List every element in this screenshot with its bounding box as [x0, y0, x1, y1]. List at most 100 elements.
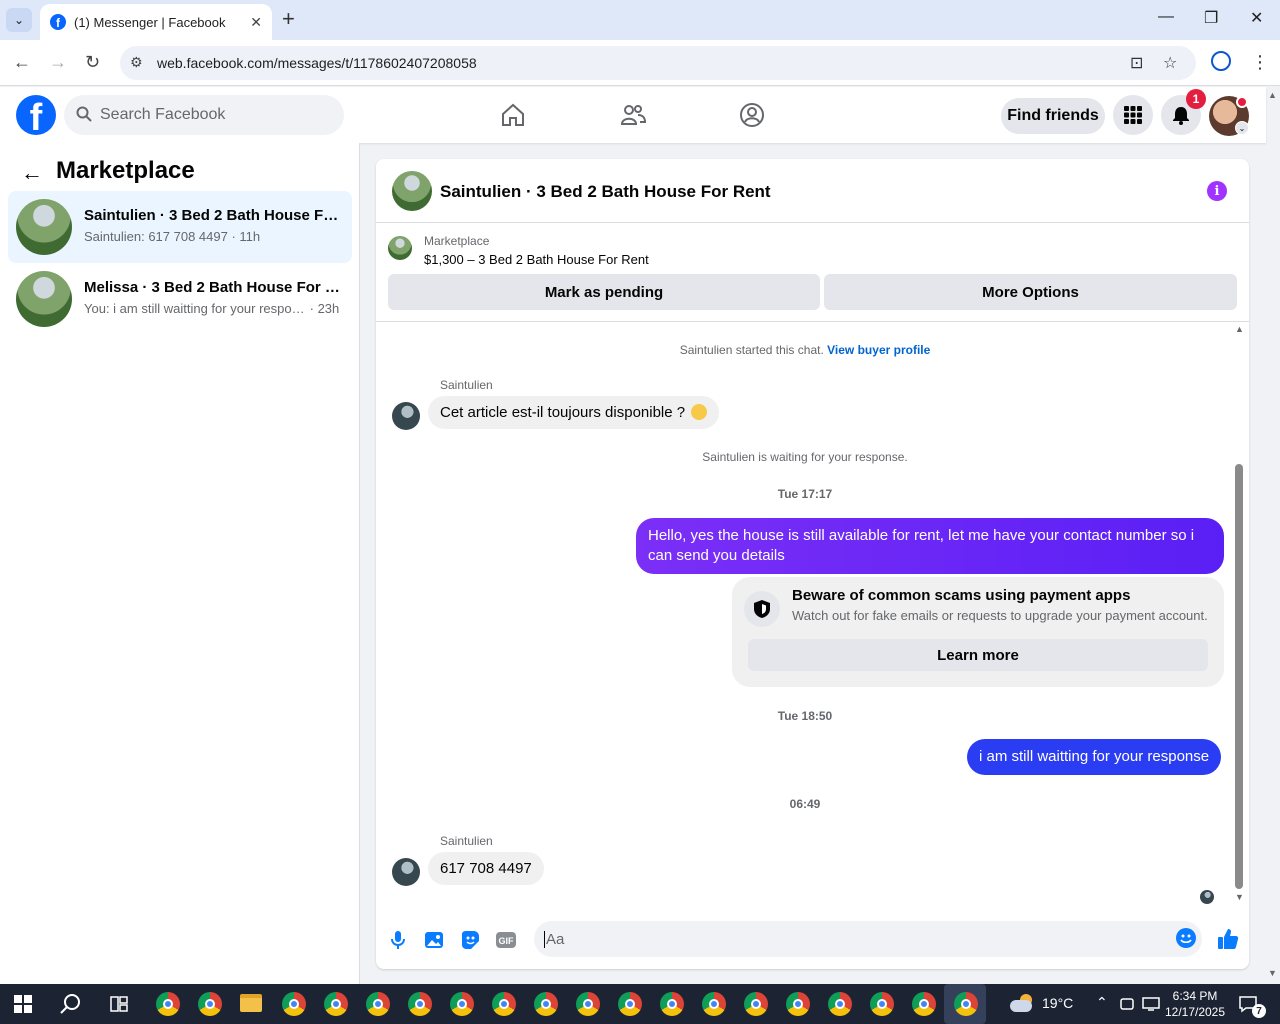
- message-scrollbar[interactable]: [1235, 464, 1243, 889]
- account-alert-dot: [1236, 96, 1248, 108]
- outgoing-message[interactable]: i am still waitting for your response: [967, 739, 1222, 775]
- install-app-icon[interactable]: ⊡: [1130, 53, 1143, 73]
- chrome-app-icon[interactable]: [870, 992, 894, 1016]
- chrome-app-icon[interactable]: [282, 992, 306, 1016]
- chrome-app-icon[interactable]: [198, 992, 222, 1016]
- scroll-down-arrow-icon[interactable]: ▼: [1235, 892, 1244, 902]
- chrome-profile-icon[interactable]: [1211, 51, 1231, 71]
- home-icon[interactable]: [499, 101, 527, 129]
- facebook-logo-icon[interactable]: f: [16, 95, 56, 135]
- site-settings-icon[interactable]: ⚙: [130, 54, 143, 71]
- page-scroll-down-arrow-icon[interactable]: ▼: [1268, 968, 1277, 978]
- sender-avatar[interactable]: [392, 858, 420, 886]
- view-buyer-profile-link[interactable]: View buyer profile: [827, 343, 930, 357]
- chrome-app-icon[interactable]: [534, 992, 558, 1016]
- bookmark-star-icon[interactable]: ☆: [1163, 53, 1177, 73]
- chrome-app-icon[interactable]: [912, 992, 936, 1016]
- taskbar-search-icon[interactable]: [60, 993, 82, 1015]
- restore-icon[interactable]: ❐: [1204, 8, 1218, 28]
- clock-date: 12/17/2025: [1164, 1005, 1226, 1019]
- new-tab-plus-icon[interactable]: +: [282, 8, 295, 30]
- mark-as-pending-button[interactable]: Mark as pending: [388, 274, 820, 310]
- emoji-icon[interactable]: [1176, 928, 1196, 948]
- chrome-app-icon[interactable]: [450, 992, 474, 1016]
- sticker-icon[interactable]: [459, 929, 481, 951]
- notification-count-badge: 1: [1186, 89, 1206, 109]
- taskbar-clock[interactable]: 6:34 PM 12/17/2025: [1162, 988, 1228, 1020]
- file-explorer-icon[interactable]: [240, 994, 262, 1012]
- windows-start-icon[interactable]: [14, 995, 32, 1013]
- facebook-search-input[interactable]: Search Facebook: [64, 95, 344, 135]
- chrome-app-icon[interactable]: [492, 992, 516, 1016]
- network-icon[interactable]: [1142, 996, 1160, 1012]
- chrome-app-icon[interactable]: [828, 992, 852, 1016]
- find-friends-button[interactable]: Find friends: [1001, 98, 1105, 134]
- outgoing-message[interactable]: Hello, yes the house is still available …: [636, 518, 1224, 574]
- chrome-app-icon[interactable]: [744, 992, 768, 1016]
- conversation-name: Saintulien · 3 Bed 2 Bath House For Rent: [84, 207, 340, 224]
- reload-icon[interactable]: ↻: [85, 52, 100, 73]
- marketplace-sidebar: ← Marketplace Saintulien · 3 Bed 2 Bath …: [0, 143, 360, 984]
- friends-icon[interactable]: [619, 101, 647, 129]
- conversation-preview: You: i am still waitting for your respon…: [84, 301, 340, 316]
- chrome-app-icon[interactable]: [156, 992, 180, 1016]
- conversation-item-melissa[interactable]: Melissa · 3 Bed 2 Bath House For Rent Yo…: [8, 263, 352, 335]
- sender-avatar[interactable]: [392, 402, 420, 430]
- chrome-app-icon[interactable]: [786, 992, 810, 1016]
- listing-price-title[interactable]: $1,300 – 3 Bed 2 Bath House For Rent: [424, 252, 649, 267]
- microphone-icon[interactable]: [387, 929, 409, 951]
- gif-icon[interactable]: GIF: [495, 929, 517, 951]
- back-arrow-icon[interactable]: ←: [13, 52, 31, 73]
- chat-listing-avatar[interactable]: [392, 171, 432, 211]
- tab-close-icon[interactable]: ✕: [250, 14, 262, 31]
- browser-toolbar: ← → ↻ ⚙ web.facebook.com/messages/t/1178…: [0, 40, 1280, 86]
- tab-search-chevron-icon[interactable]: ⌄: [6, 8, 32, 32]
- address-url[interactable]: web.facebook.com/messages/t/117860240720…: [157, 55, 477, 71]
- forward-arrow-icon[interactable]: →: [49, 52, 67, 73]
- groups-icon[interactable]: [738, 101, 766, 129]
- incoming-message[interactable]: Cet article est-il toujours disponible ?: [428, 396, 720, 429]
- weather-cloud-icon[interactable]: [1010, 994, 1034, 1012]
- photo-icon[interactable]: [423, 929, 445, 951]
- account-chevron-down-icon[interactable]: ⌄: [1235, 121, 1249, 135]
- address-bar[interactable]: ⚙ web.facebook.com/messages/t/1178602407…: [120, 46, 1196, 80]
- svg-text:GIF: GIF: [499, 936, 515, 946]
- page-scroll-up-arrow-icon[interactable]: ▲: [1268, 90, 1277, 100]
- browser-tab-messenger[interactable]: f (1) Messenger | Facebook ✕: [40, 4, 272, 40]
- scam-warning-card: Beware of common scams using payment app…: [732, 577, 1224, 687]
- message-sender: Saintulien: [440, 834, 493, 848]
- thumbs-up-icon[interactable]: [1216, 927, 1240, 951]
- conversation-preview: Saintulien: 617 708 4497 · 11h: [84, 229, 261, 244]
- learn-more-button[interactable]: Learn more: [748, 639, 1208, 671]
- chrome-app-icon[interactable]: [618, 992, 642, 1016]
- chrome-app-icon[interactable]: [324, 992, 348, 1016]
- message-input[interactable]: Aa: [534, 921, 1202, 957]
- incoming-message[interactable]: 617 708 4497: [428, 852, 544, 885]
- window-close-icon[interactable]: ✕: [1250, 8, 1263, 28]
- tray-chevron-up-icon[interactable]: ⌃: [1096, 994, 1108, 1011]
- listing-thumbnail[interactable]: [388, 236, 412, 260]
- info-icon[interactable]: i: [1207, 181, 1227, 201]
- conversation-item-saintulien[interactable]: Saintulien · 3 Bed 2 Bath House For Rent…: [8, 191, 352, 263]
- listing-thumbnail: [16, 199, 72, 255]
- chrome-app-icon[interactable]: [660, 992, 684, 1016]
- minimize-icon[interactable]: —: [1158, 8, 1174, 26]
- chrome-app-icon[interactable]: [954, 992, 978, 1016]
- search-icon: [76, 106, 92, 122]
- scroll-up-arrow-icon[interactable]: ▲: [1235, 324, 1244, 334]
- back-arrow-icon[interactable]: ←: [21, 160, 43, 186]
- tray-app-icon[interactable]: [1119, 996, 1135, 1012]
- chrome-app-icon[interactable]: [702, 992, 726, 1016]
- chrome-menu-icon[interactable]: ⋮: [1251, 52, 1269, 73]
- chat-title[interactable]: Saintulien · 3 Bed 2 Bath House For Rent: [440, 182, 771, 202]
- chrome-app-icon[interactable]: [408, 992, 432, 1016]
- chrome-app-icon[interactable]: [576, 992, 600, 1016]
- message-composer: GIF Aa: [376, 917, 1249, 969]
- facebook-header: f Search Facebook Find friends: [0, 87, 1266, 143]
- warning-title: Beware of common scams using payment app…: [792, 587, 1131, 604]
- chrome-app-icon[interactable]: [366, 992, 390, 1016]
- more-options-button[interactable]: More Options: [824, 274, 1237, 310]
- menu-grid-button[interactable]: [1113, 95, 1153, 135]
- task-view-icon[interactable]: [110, 995, 128, 1013]
- weather-temperature[interactable]: 19°C: [1042, 995, 1073, 1011]
